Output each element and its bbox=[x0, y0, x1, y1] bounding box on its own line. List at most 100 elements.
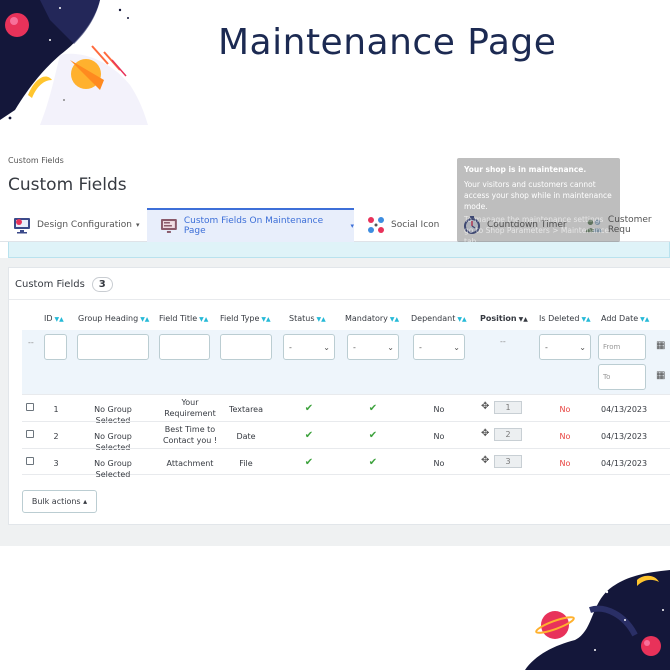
tab-custom-fields-on-maintenance-page[interactable]: Custom Fields On Maintenance Page ▾ bbox=[147, 208, 354, 242]
cell-field-type: Textarea bbox=[228, 405, 264, 414]
breadcrumb[interactable]: Custom Fields bbox=[8, 156, 64, 165]
column-header-mandatory[interactable]: Mandatory ▼▲ bbox=[345, 314, 399, 323]
status-check-icon[interactable]: ✔ bbox=[283, 403, 335, 414]
page-title: Custom Fields bbox=[8, 175, 127, 195]
cell-field-type: File bbox=[239, 459, 253, 468]
cell-id: 3 bbox=[53, 459, 59, 468]
sort-icon[interactable]: ▼▲ bbox=[317, 316, 326, 323]
cell-dependant: No bbox=[433, 432, 445, 441]
panel-title: Custom Fields bbox=[15, 279, 85, 290]
mandatory-check-icon[interactable]: ✔ bbox=[347, 457, 399, 468]
tooltip-title: Your shop is in maintenance. bbox=[464, 165, 587, 174]
column-header-field-type[interactable]: Field Type ▼▲ bbox=[220, 314, 271, 323]
chevron-down-icon: ⌄ bbox=[579, 343, 586, 352]
drag-handle-icon[interactable]: ✥ bbox=[481, 455, 489, 466]
sort-icon[interactable]: ▼▲ bbox=[519, 316, 528, 323]
cell-dependant: No bbox=[433, 405, 445, 414]
filter-date-to-input[interactable]: To bbox=[598, 364, 646, 390]
divider bbox=[9, 299, 670, 300]
sort-icon[interactable]: ▼▲ bbox=[199, 316, 208, 323]
custom-fields-monitor-icon bbox=[160, 219, 177, 233]
cell-field-title: Attachment bbox=[166, 459, 214, 468]
drag-handle-icon[interactable]: ✥ bbox=[481, 428, 489, 439]
count-badge: 3 bbox=[91, 277, 113, 292]
cell-field-title: Best Time to Contact you ! bbox=[162, 425, 218, 445]
status-check-icon[interactable]: ✔ bbox=[283, 430, 335, 441]
row-checkbox[interactable] bbox=[26, 403, 34, 411]
filter-dash: -- bbox=[28, 338, 34, 347]
tab-label: Design Configuration bbox=[37, 220, 132, 230]
column-header-add-date[interactable]: Add Date ▼▲ bbox=[601, 314, 649, 323]
tab-social-icon[interactable]: Social Icon bbox=[366, 208, 439, 242]
cell-add-date: 04/13/2023 bbox=[601, 405, 648, 414]
filter-position-dash: -- bbox=[500, 337, 506, 346]
space-illustration-top-left bbox=[0, 0, 148, 125]
sort-icon[interactable]: ▼▲ bbox=[581, 316, 590, 323]
cell-is-deleted: No bbox=[559, 459, 571, 468]
cell-id: 2 bbox=[53, 432, 59, 441]
cell-is-deleted: No bbox=[559, 405, 571, 414]
panel-heading: Custom Fields 3 bbox=[15, 277, 113, 292]
column-header-status[interactable]: Status ▼▲ bbox=[289, 314, 326, 323]
chevron-down-icon: ⌄ bbox=[387, 343, 394, 352]
mandatory-check-icon[interactable]: ✔ bbox=[347, 430, 399, 441]
cell-is-deleted: No bbox=[559, 432, 571, 441]
tab-label: Custom Fields On Maintenance Page bbox=[183, 216, 324, 236]
filter-is-deleted-select[interactable]: - ⌄ bbox=[539, 334, 591, 360]
sort-icon[interactable]: ▼▲ bbox=[390, 316, 399, 323]
filter-id-input[interactable] bbox=[44, 334, 67, 360]
column-header-group-heading[interactable]: Group Heading ▼▲ bbox=[78, 314, 149, 323]
filter-row: -- - ⌄ - ⌄ - ⌄ -- - ⌄ From ▦ To ▦ bbox=[22, 330, 670, 394]
sort-icon[interactable]: ▼▲ bbox=[55, 316, 64, 323]
column-header-position[interactable]: Position ▼▲ bbox=[480, 314, 528, 323]
admin-screenshot: Custom Fields Custom Fields Design Confi… bbox=[0, 148, 670, 546]
space-illustration-bottom-right bbox=[525, 570, 670, 670]
chevron-down-icon: ▾ bbox=[350, 222, 354, 230]
filter-dependant-select[interactable]: - ⌄ bbox=[413, 334, 465, 360]
filter-status-select[interactable]: - ⌄ bbox=[283, 334, 335, 360]
position-value: 1 bbox=[494, 401, 522, 414]
cell-group-heading: No Group Selected bbox=[94, 459, 132, 479]
position-value: 2 bbox=[494, 428, 522, 441]
filter-mandatory-select[interactable]: - ⌄ bbox=[347, 334, 399, 360]
tab-design-configuration[interactable]: Design Configuration ▾ bbox=[12, 208, 140, 242]
info-alert bbox=[8, 242, 670, 258]
status-check-icon[interactable]: ✔ bbox=[283, 457, 335, 468]
cell-add-date: 04/13/2023 bbox=[601, 432, 648, 441]
sort-icon[interactable]: ▼▲ bbox=[140, 316, 149, 323]
row-checkbox[interactable] bbox=[26, 430, 34, 438]
bulk-actions-button[interactable]: Bulk actions ▴ bbox=[22, 490, 97, 513]
calendar-icon[interactable]: ▦ bbox=[656, 340, 665, 351]
cell-field-title: Your Requirement bbox=[164, 398, 216, 418]
filter-field-type-input[interactable] bbox=[220, 334, 272, 360]
chevron-down-icon: ▾ bbox=[135, 221, 140, 229]
filter-field-title-input[interactable] bbox=[159, 334, 210, 360]
design-monitor-icon bbox=[14, 218, 30, 234]
social-share-icon bbox=[368, 217, 384, 233]
hero-title: Maintenance Page bbox=[218, 22, 557, 63]
maintenance-tooltip: Your shop is in maintenance. Your visito… bbox=[457, 158, 620, 246]
row-checkbox[interactable] bbox=[26, 457, 34, 465]
column-header-field-title[interactable]: Field Title ▼▲ bbox=[159, 314, 208, 323]
column-header-id[interactable]: ID ▼▲ bbox=[44, 314, 64, 323]
filter-group-heading-input[interactable] bbox=[77, 334, 149, 360]
sort-icon[interactable]: ▼▲ bbox=[457, 316, 466, 323]
sort-icon[interactable]: ▼▲ bbox=[261, 316, 270, 323]
sort-icon[interactable]: ▼▲ bbox=[640, 316, 649, 323]
chevron-down-icon: ⌄ bbox=[323, 343, 330, 352]
cell-add-date: 04/13/2023 bbox=[601, 459, 648, 468]
cell-id: 1 bbox=[53, 405, 59, 414]
cell-field-type: Date bbox=[236, 432, 256, 441]
mandatory-check-icon[interactable]: ✔ bbox=[347, 403, 399, 414]
drag-handle-icon[interactable]: ✥ bbox=[481, 401, 489, 412]
table-row[interactable]: 1 No Group Selected Your Requirement Text… bbox=[22, 394, 670, 425]
table-row[interactable]: 3 No Group Selected Attachment File ✔ ✔ … bbox=[22, 448, 670, 479]
column-header-is-deleted[interactable]: Is Deleted ▼▲ bbox=[539, 314, 591, 323]
tooltip-body: Your visitors and customers cannot acces… bbox=[464, 180, 612, 211]
tab-label: Social Icon bbox=[391, 220, 440, 230]
calendar-icon[interactable]: ▦ bbox=[656, 370, 665, 381]
table-row[interactable]: 2 No Group Selected Best Time to Contact … bbox=[22, 421, 670, 452]
cell-dependant: No bbox=[433, 459, 445, 468]
filter-date-from-input[interactable]: From bbox=[598, 334, 646, 360]
column-header-dependant[interactable]: Dependant ▼▲ bbox=[411, 314, 467, 323]
